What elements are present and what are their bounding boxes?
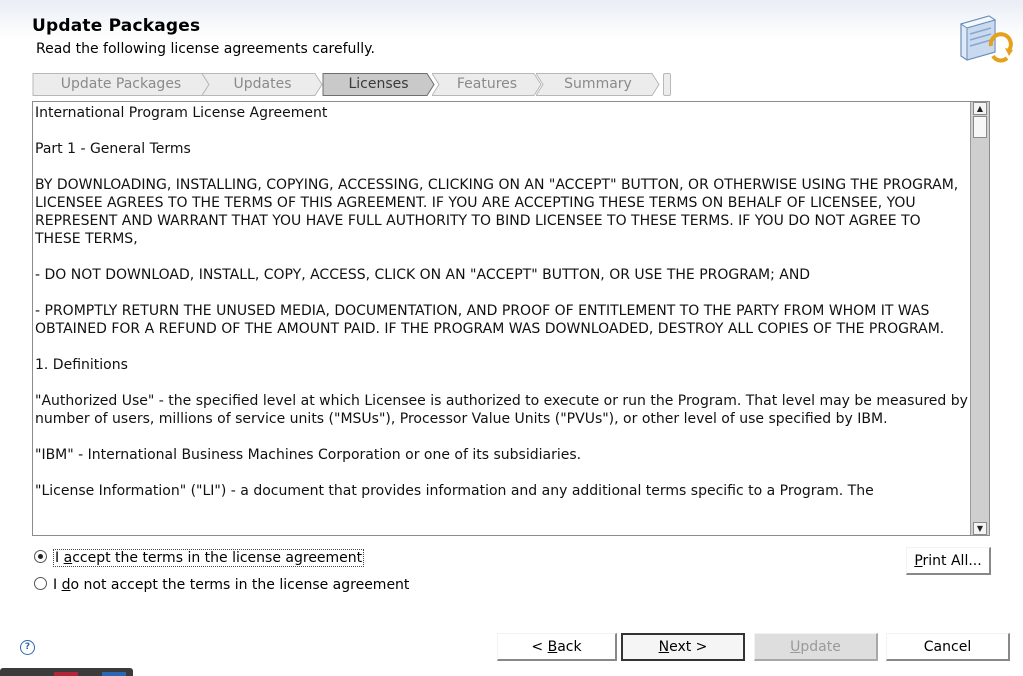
license-text-area[interactable]: International Program License Agreement …: [32, 101, 990, 536]
scrollbar-thumb[interactable]: [973, 116, 987, 138]
back-button[interactable]: < Back: [497, 633, 617, 661]
taskbar-fragment: [0, 668, 133, 676]
print-all-button[interactable]: Print All...: [906, 547, 991, 575]
step-licenses: Licenses: [322, 73, 435, 96]
cancel-button[interactable]: Cancel: [886, 633, 1010, 661]
accept-terms-label: I accept the terms in the license agreem…: [53, 549, 365, 567]
wizard-header: Update Packages Read the following licen…: [0, 0, 1023, 67]
taskbar-app-icon: [54, 672, 78, 676]
step-updates: Updates: [202, 73, 323, 96]
update-packages-icon: [959, 15, 1013, 63]
radio-checked-icon[interactable]: [34, 550, 47, 563]
decline-terms-label: I do not accept the terms in the license…: [53, 577, 410, 593]
scroll-down-arrow-icon[interactable]: ▼: [973, 522, 987, 535]
help-question-icon[interactable]: ?: [20, 640, 35, 655]
accept-terms-radio[interactable]: I accept the terms in the license agreem…: [34, 548, 365, 568]
update-button[interactable]: Update: [754, 633, 878, 661]
step-update-packages: Update Packages: [32, 73, 210, 96]
step-end-cap: [663, 73, 671, 96]
next-button[interactable]: Next >: [621, 633, 745, 661]
step-summary: Summary: [536, 73, 660, 96]
scroll-up-arrow-icon[interactable]: ▲: [973, 102, 987, 115]
decline-terms-radio[interactable]: I do not accept the terms in the license…: [34, 575, 409, 595]
page-title: Update Packages: [32, 16, 201, 36]
page-subtitle: Read the following license agreements ca…: [36, 41, 375, 57]
taskbar-app-icon: [102, 672, 126, 676]
step-features: Features: [432, 73, 542, 96]
radio-unchecked-icon[interactable]: [34, 577, 47, 590]
license-scrollbar[interactable]: ▲ ▼: [970, 102, 989, 535]
license-agreement-text: International Program License Agreement …: [35, 105, 968, 499]
